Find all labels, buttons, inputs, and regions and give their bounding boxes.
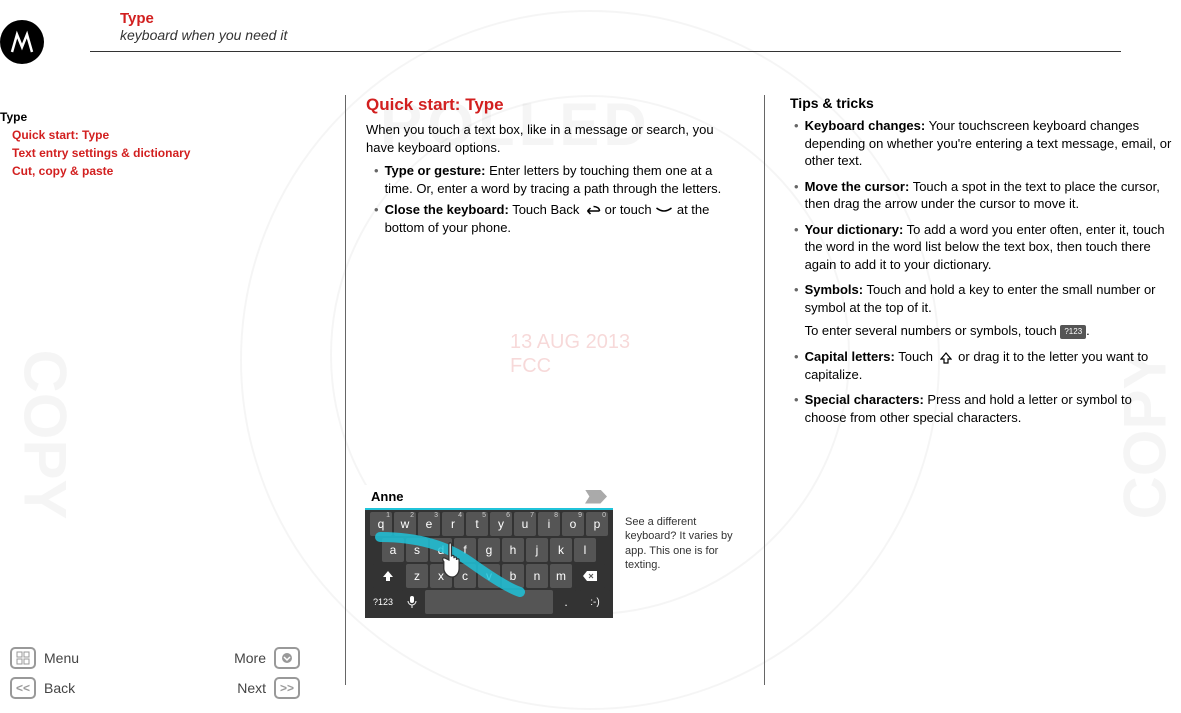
mic-key bbox=[401, 590, 423, 614]
key-e: e3 bbox=[418, 512, 440, 536]
tips-heading: Tips & tricks bbox=[790, 95, 1175, 111]
key-b: b bbox=[502, 564, 524, 588]
key-l: l bbox=[574, 538, 596, 562]
back-button[interactable]: << Back bbox=[10, 677, 75, 699]
menu-icon bbox=[10, 647, 36, 669]
section-heading: Quick start: Type bbox=[366, 95, 744, 115]
space-key bbox=[425, 590, 553, 614]
key-q: q1 bbox=[370, 512, 392, 536]
key-c: c bbox=[454, 564, 476, 588]
key-u: u7 bbox=[514, 512, 536, 536]
backspace-key bbox=[574, 564, 606, 588]
send-icon bbox=[585, 490, 607, 504]
sidebar-nav: Type Quick start: Type Text entry settin… bbox=[0, 108, 300, 180]
key-o: o9 bbox=[562, 512, 584, 536]
tip-special-characters: •Special characters: Press and hold a le… bbox=[794, 391, 1175, 426]
key-j: j bbox=[526, 538, 548, 562]
sidebar-link-text-entry[interactable]: Text entry settings & dictionary bbox=[0, 144, 300, 162]
key-s: s bbox=[406, 538, 428, 562]
key-x: x bbox=[430, 564, 452, 588]
more-button[interactable]: More bbox=[234, 647, 300, 669]
more-label: More bbox=[234, 650, 266, 666]
page-title: Type bbox=[120, 10, 1121, 27]
bottom-nav: Menu More << Back Next >> bbox=[0, 643, 310, 703]
tips-column: Tips & tricks •Keyboard changes: Your to… bbox=[790, 95, 1175, 434]
key-n: n bbox=[526, 564, 548, 588]
key-d: d bbox=[430, 538, 452, 562]
key-t: t5 bbox=[466, 512, 488, 536]
symbols-key: ?123 bbox=[367, 590, 399, 614]
menu-button[interactable]: Menu bbox=[10, 647, 79, 669]
tip-capital-letters: •Capital letters: Touch or drag it to th… bbox=[794, 348, 1175, 383]
key-f: f bbox=[454, 538, 476, 562]
swipe-down-icon bbox=[655, 204, 673, 218]
key-k: k bbox=[550, 538, 572, 562]
next-button[interactable]: Next >> bbox=[237, 677, 300, 699]
key-h: h bbox=[502, 538, 524, 562]
next-label: Next bbox=[237, 680, 266, 696]
key-i: i8 bbox=[538, 512, 560, 536]
period-key: . bbox=[555, 590, 577, 614]
key-p: p0 bbox=[586, 512, 608, 536]
more-icon bbox=[274, 647, 300, 669]
tip-keyboard-changes: •Keyboard changes: Your touchscreen keyb… bbox=[794, 117, 1175, 170]
motorola-logo-icon bbox=[0, 20, 44, 64]
text-input-preview: Anne bbox=[365, 485, 613, 510]
shift-key bbox=[372, 564, 404, 588]
sidebar-link-quick-start[interactable]: Quick start: Type bbox=[0, 126, 300, 144]
key-r: r4 bbox=[442, 512, 464, 536]
page-subtitle: keyboard when you need it bbox=[120, 27, 1121, 43]
sidebar-section-title: Type bbox=[0, 108, 300, 126]
shift-icon bbox=[937, 351, 955, 365]
key-y: y6 bbox=[490, 512, 512, 536]
tip-dictionary: •Your dictionary: To add a word you ente… bbox=[794, 221, 1175, 274]
next-icon: >> bbox=[274, 677, 300, 699]
prev-icon: << bbox=[10, 677, 36, 699]
key-m: m bbox=[550, 564, 572, 588]
tip-move-cursor: •Move the cursor: Touch a spot in the te… bbox=[794, 178, 1175, 213]
tip-symbols: •Symbols: Touch and hold a key to enter … bbox=[794, 281, 1175, 340]
smiley-key: :-) bbox=[579, 590, 611, 614]
back-label: Back bbox=[44, 680, 75, 696]
bullet-close-keyboard: • Close the keyboard: Touch Back or touc… bbox=[374, 201, 744, 236]
intro-text: When you touch a text box, like in a mes… bbox=[366, 121, 744, 156]
symbols-key-icon: ?123 bbox=[1060, 325, 1086, 340]
key-w: w2 bbox=[394, 512, 416, 536]
sidebar-link-cut-copy[interactable]: Cut, copy & paste bbox=[0, 162, 300, 180]
keyboard-illustration: Anne q1w2e3r4t5y6u7i8o9p0 asdfghjkl zxcv… bbox=[365, 485, 613, 618]
key-v: v bbox=[478, 564, 500, 588]
key-g: g bbox=[478, 538, 500, 562]
back-icon bbox=[583, 204, 601, 218]
page-header: Type keyboard when you need it bbox=[90, 10, 1181, 52]
menu-label: Menu bbox=[44, 650, 79, 666]
key-a: a bbox=[382, 538, 404, 562]
keyboard-note: See a different keyboard? It varies by a… bbox=[625, 515, 735, 572]
key-z: z bbox=[406, 564, 428, 588]
bullet-type-gesture: • Type or gesture: Enter letters by touc… bbox=[374, 162, 744, 197]
